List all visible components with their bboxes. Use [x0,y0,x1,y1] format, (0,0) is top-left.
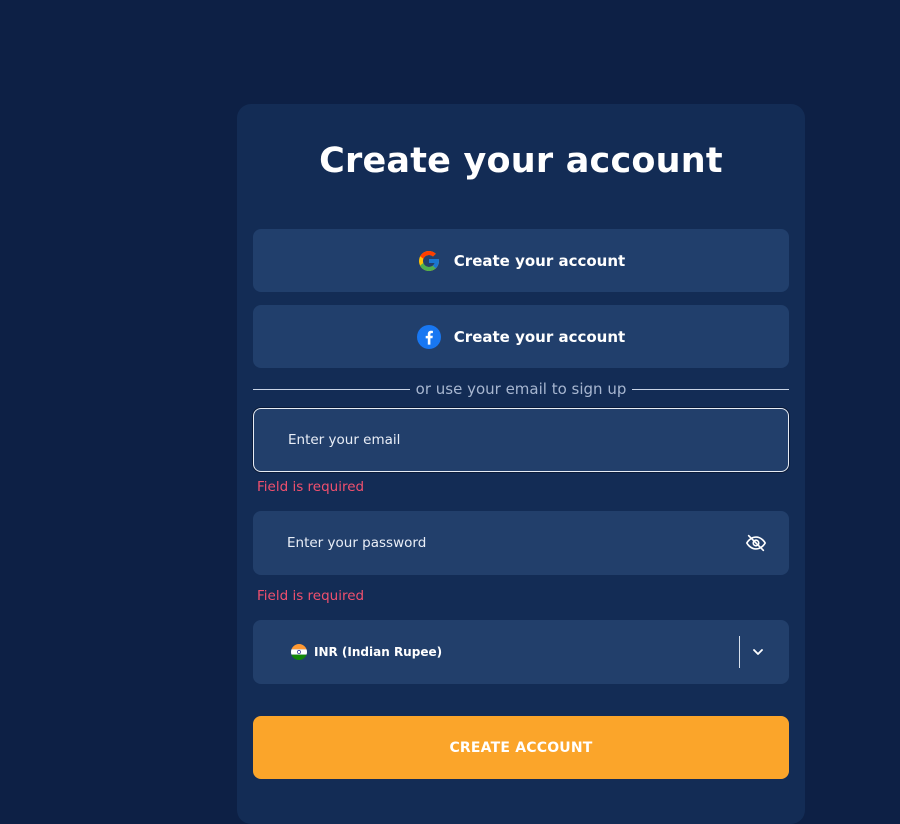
facebook-icon [416,324,441,349]
currency-selected-value: INR (Indian Rupee) [314,645,443,659]
password-field-container [253,511,789,575]
password-input[interactable] [253,534,729,552]
divider-line-right [632,388,790,390]
google-signup-button[interactable]: Create your account [253,229,789,292]
password-error-message: Field is required [257,588,365,604]
email-input[interactable] [254,431,730,449]
google-icon [417,249,441,273]
divider-line-left [253,388,410,390]
email-divider: or use your email to sign up [253,378,790,400]
page-title: Create your account [319,141,723,181]
select-separator [739,636,740,668]
divider-text: or use your email to sign up [415,380,627,398]
email-field-container [253,408,789,472]
create-account-button[interactable]: CREATE ACCOUNT [253,716,789,779]
eye-off-icon[interactable] [745,532,767,554]
chevron-down-icon[interactable] [750,644,766,660]
facebook-signup-button[interactable]: Create your account [253,305,789,368]
email-error-message: Field is required [257,479,365,495]
google-signup-label: Create your account [453,251,626,270]
currency-select[interactable]: INR (Indian Rupee) [253,620,789,684]
facebook-signup-label: Create your account [453,327,626,346]
india-flag-icon [291,644,307,660]
